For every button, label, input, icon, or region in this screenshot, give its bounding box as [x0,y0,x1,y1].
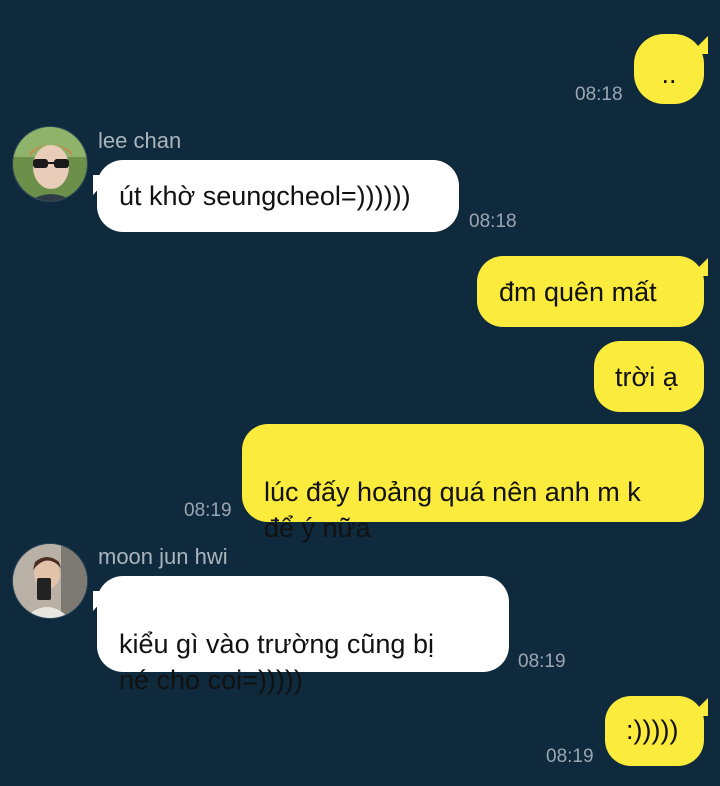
message-text: lúc đấy hoảng quá nên anh m k để ý nữa [264,477,641,543]
avatar-lee-chan[interactable] [12,126,88,202]
message-text: .. [661,59,677,89]
message-text: đm quên mất [499,277,657,307]
sender-name: lee chan [98,128,182,153]
message-text: kiểu gì vào trường cũng bị né cho coi=))… [119,629,434,695]
message-timestamp: 08:19 [184,500,232,521]
outgoing-message-bubble[interactable]: trời ạ [594,341,704,412]
message-timestamp: 08:18 [469,211,517,232]
message-timestamp: 08:19 [518,651,566,672]
outgoing-message-bubble[interactable]: đm quên mất [477,256,704,327]
message-timestamp: 08:18 [575,84,623,105]
message-text: út khờ seungcheol=)))))) [119,181,411,211]
profile-photo-icon [13,544,87,618]
outgoing-message-bubble[interactable]: lúc đấy hoảng quá nên anh m k để ý nữa [242,424,704,543]
profile-photo-icon [13,127,87,201]
message-text: trời ạ [615,362,678,392]
message-timestamp: 08:19 [546,746,594,767]
bubble-tail [690,36,708,54]
incoming-message-bubble[interactable]: kiểu gì vào trường cũng bị né cho coi=))… [97,576,509,695]
message-text: :))))) [626,715,679,745]
incoming-message-bubble[interactable]: út khờ seungcheol=)))))) [97,160,459,232]
avatar-moon-jun-hwi[interactable] [12,543,88,619]
bubble-tail [690,258,708,276]
bubble-tail [690,698,708,716]
sender-name: moon jun hwi [98,544,228,569]
